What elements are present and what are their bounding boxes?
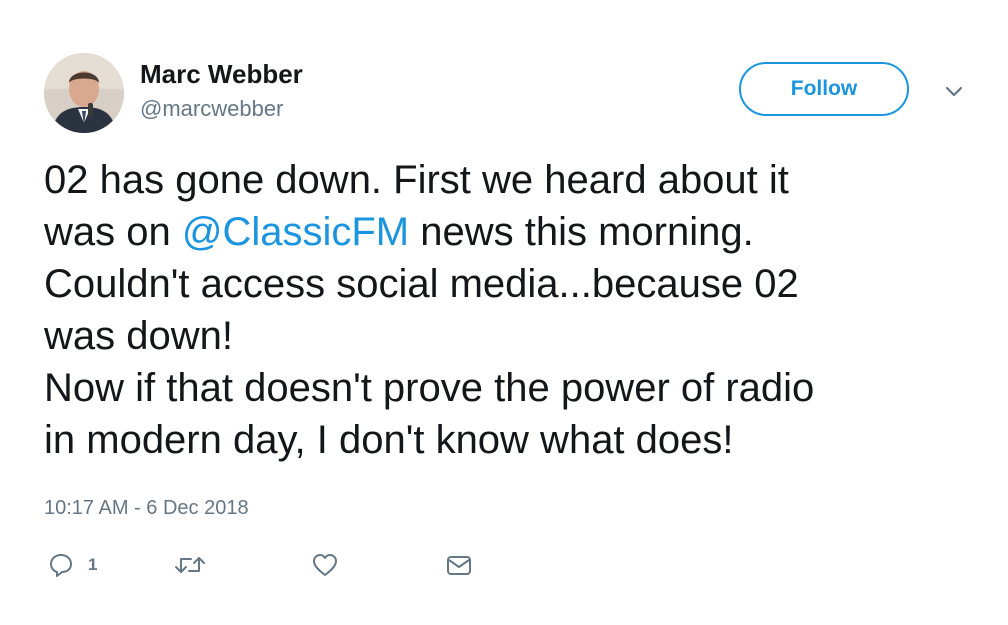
avatar[interactable] [44, 53, 124, 133]
tweet-text-line: 02 has gone down. First we heard about i… [44, 158, 789, 202]
tweet-text-line: was on @ClassicFM news this morning. [44, 206, 974, 258]
author-handle[interactable]: @marcwebber [140, 95, 283, 123]
tweet-text-segment: news this morning. [409, 210, 754, 254]
tweet-card: Marc Webber @marcwebber Follow 02 has go… [0, 0, 1008, 625]
mention-link[interactable]: @ClassicFM [182, 210, 409, 254]
tweet-text-line: Now if that doesn't prove the power of r… [44, 366, 815, 410]
reply-count: 1 [88, 555, 98, 574]
chevron-down-icon[interactable] [941, 82, 967, 100]
tweet-text-line: in modern day, I don't know what does! [44, 418, 734, 462]
tweet-text: 02 has gone down. First we heard about i… [44, 154, 974, 466]
tweet-timestamp[interactable]: 10:17 AM - 6 Dec 2018 [44, 495, 249, 521]
author-display-name[interactable]: Marc Webber [140, 58, 303, 90]
like-button[interactable] [311, 548, 339, 582]
tweet-text-line: Couldn't access social media...because 0… [44, 262, 799, 306]
follow-button[interactable]: Follow [739, 62, 909, 116]
envelope-icon [445, 552, 473, 578]
tweet-actions: 1 [44, 548, 494, 582]
reply-icon [48, 552, 74, 578]
retweet-icon [173, 552, 207, 578]
heart-icon [311, 552, 339, 578]
retweet-button[interactable] [173, 548, 207, 582]
user-avatar-photo-icon [44, 53, 124, 133]
tweet-text-line: was down! [44, 314, 233, 358]
direct-message-button[interactable] [445, 548, 473, 582]
tweet-text-segment: was on [44, 210, 182, 254]
reply-button[interactable]: 1 [48, 548, 97, 582]
